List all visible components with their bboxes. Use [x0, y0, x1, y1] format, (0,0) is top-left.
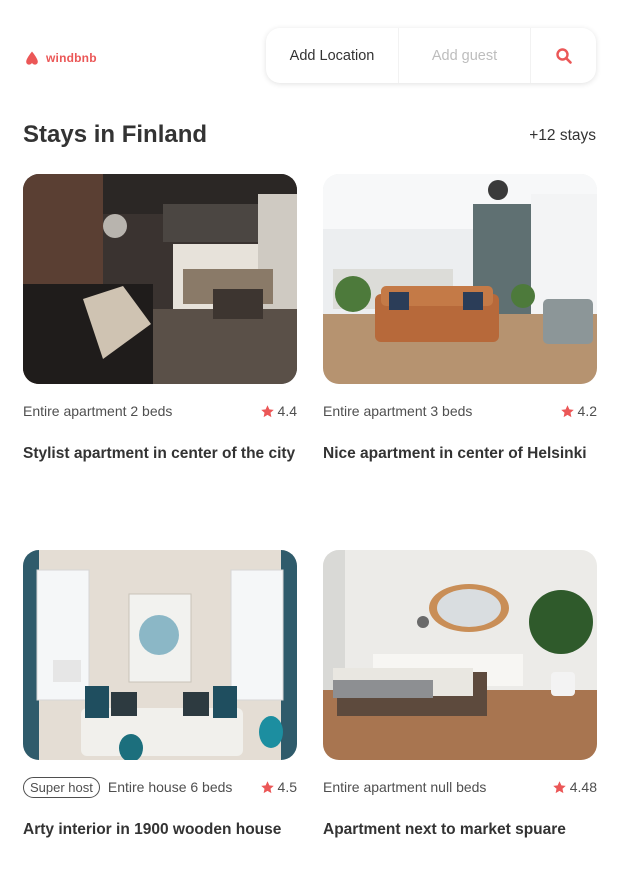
star-icon [560, 404, 574, 417]
star-icon [553, 780, 566, 793]
rating-value: 4.4 [277, 403, 297, 419]
star-icon [260, 404, 274, 417]
logo[interactable]: windbnb [24, 50, 97, 66]
stay-type: Entire apartment null beds [323, 779, 487, 795]
stay-title[interactable]: Apartment next to market spuare [323, 818, 597, 841]
stay-photo-loft [23, 174, 297, 384]
stay-title[interactable]: Arty interior in 1900 wooden house [23, 818, 297, 841]
stay-meta-left: Entire apartment null beds [323, 779, 486, 795]
stay-title[interactable]: Nice apartment in center of Helsinki [323, 442, 597, 465]
stay-meta: Entire apartment 3 beds 4.2 [323, 402, 597, 420]
stay-rating: 4.48 [552, 779, 597, 795]
stay-title[interactable]: Stylist apartment in center of the city [23, 442, 297, 465]
stay-photo-living-room [323, 174, 597, 384]
stays-count: +12 stays [529, 127, 596, 144]
search-bar: Add Location Add guest [266, 28, 596, 83]
rating-value: 4.5 [277, 779, 297, 795]
logo-icon [26, 51, 38, 65]
page: windbnb Add Location Add guest Stays in … [0, 0, 620, 891]
stay-type: Entire apartment 2 beds [23, 403, 173, 419]
rating-value: 4.2 [577, 403, 597, 419]
add-guest-button[interactable]: Add guest [399, 28, 531, 83]
stay-card[interactable]: Entire apartment null beds 4.48 Apartmen… [323, 550, 597, 841]
stay-type: Entire apartment 3 beds [323, 403, 473, 419]
rating-value: 4.48 [569, 779, 597, 795]
stay-photo-bedroom [323, 550, 597, 760]
stay-photo-arty-interior [23, 550, 297, 760]
superhost-badge: Super host [23, 776, 100, 798]
page-title: Stays in Finland [23, 121, 208, 148]
stay-meta-left: Super host Entire house 6 beds [23, 776, 233, 798]
star-icon [260, 780, 274, 793]
stay-rating: 4.5 [260, 779, 297, 795]
search-button[interactable] [531, 28, 596, 83]
stay-meta-left: Entire apartment 3 beds [323, 403, 472, 419]
add-location-button[interactable]: Add Location [266, 28, 399, 83]
logo-text: windbnb [46, 51, 97, 65]
stay-card[interactable]: Entire apartment 2 beds 4.4 Stylist apar… [23, 174, 297, 465]
stay-card[interactable]: Entire apartment 3 beds 4.2 Nice apartme… [323, 174, 597, 465]
search-icon [555, 47, 572, 64]
stay-meta: Super host Entire house 6 beds 4.5 [23, 776, 297, 798]
stay-meta: Entire apartment 2 beds 4.4 [23, 402, 297, 420]
stay-card[interactable]: Super host Entire house 6 beds 4.5 Arty … [23, 550, 297, 841]
stay-type: Entire house 6 beds [107, 779, 233, 795]
stay-rating: 4.2 [560, 403, 597, 419]
stay-meta: Entire apartment null beds 4.48 [323, 778, 597, 796]
stay-rating: 4.4 [260, 403, 297, 419]
stay-meta-left: Entire apartment 2 beds [23, 403, 172, 419]
